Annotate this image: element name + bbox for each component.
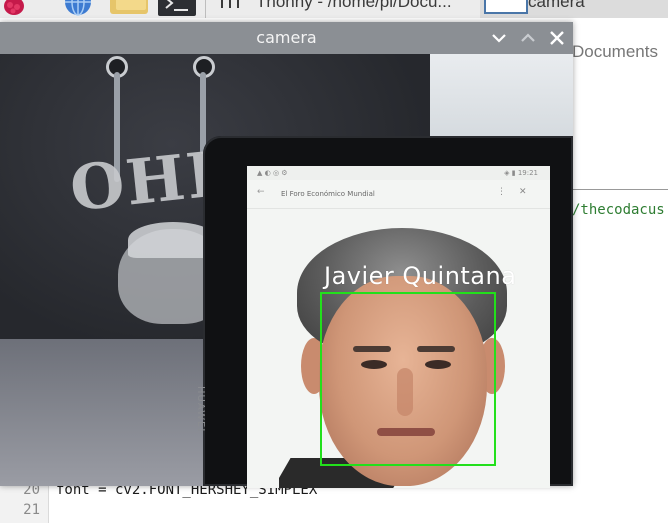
taskbar-task-thonny[interactable]: Thonny - /home/pi/Docu... <box>212 0 480 16</box>
back-arrow-icon: ← <box>257 187 265 197</box>
window-titlebar[interactable]: camera <box>0 22 573 54</box>
close-icon[interactable] <box>548 29 566 47</box>
tablet-page-title: El Foro Económico Mundial <box>281 190 375 198</box>
taskbar-separator <box>205 0 206 18</box>
raspberry-pi-menu-icon[interactable] <box>0 0 28 16</box>
file-manager-icon[interactable] <box>108 0 150 14</box>
minimize-icon[interactable] <box>490 29 508 47</box>
taskbar: Thonny - /home/pi/Docu... camera <box>0 0 668 18</box>
tablet-close-icon: ✕ <box>519 187 527 197</box>
terminal-icon[interactable] <box>158 0 196 16</box>
editor-divider <box>572 189 668 190</box>
taskbar-task-label: Thonny - /home/pi/Docu... <box>256 0 452 11</box>
code-snippet-fragment: /thecodacus <box>572 202 665 218</box>
documents-label: Documents <box>572 42 658 61</box>
status-icons-left: ▲ ◐ ◎ ⚙ <box>257 169 288 177</box>
tablet-status-bar: ▲ ◐ ◎ ⚙ ◈ ▮ 19:21 <box>247 166 550 180</box>
tablet-app-bar: ← El Foro Económico Mundial ⋮ ✕ <box>247 180 550 209</box>
taskbar-task-label: camera <box>528 0 585 11</box>
window-icon <box>484 0 528 14</box>
more-menu-icon: ⋮ <box>497 187 506 197</box>
taskbar-task-camera[interactable]: camera <box>480 0 668 18</box>
thonny-app-icon <box>221 0 239 8</box>
window-title: camera <box>256 28 317 47</box>
face-detection-box <box>320 292 496 466</box>
status-icons-right: ◈ ▮ 19:21 <box>504 169 538 177</box>
tablet-brand-label: HUAWEI <box>195 386 206 433</box>
maximize-icon[interactable] <box>519 29 537 47</box>
web-browser-icon[interactable] <box>57 0 99 16</box>
line-number: 21 <box>23 502 40 518</box>
face-recognition-label: Javier Quintana <box>324 262 517 290</box>
